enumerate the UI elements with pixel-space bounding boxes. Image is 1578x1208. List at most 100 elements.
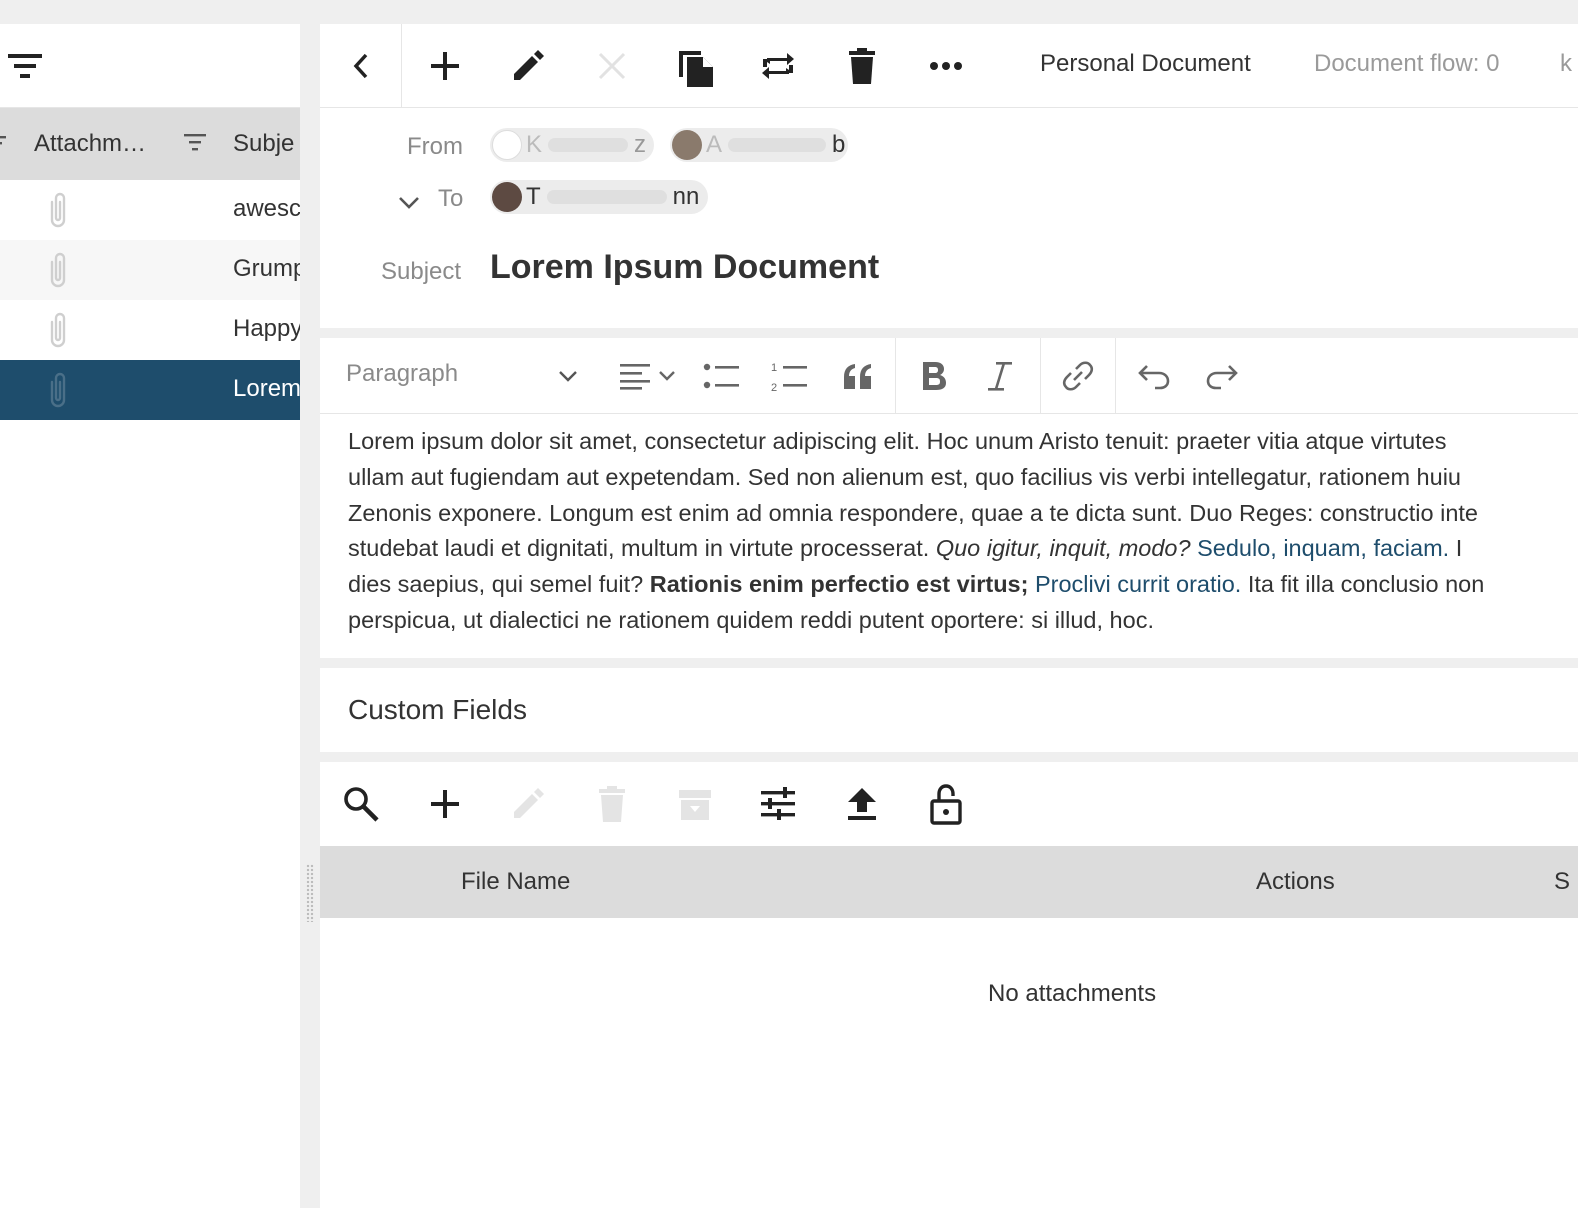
chevron-left-icon xyxy=(351,51,371,81)
redacted-name xyxy=(546,190,667,204)
settings-button[interactable] xyxy=(756,784,800,824)
edit-button[interactable] xyxy=(506,46,550,86)
bold-icon xyxy=(920,360,948,392)
blockquote-button[interactable] xyxy=(838,356,878,396)
lock-button[interactable] xyxy=(924,784,968,825)
column-file-name[interactable]: File Name xyxy=(461,868,570,896)
redacted-name xyxy=(728,138,827,152)
paperclip-icon xyxy=(44,310,72,350)
copy-button[interactable] xyxy=(673,45,717,87)
chip-text-start: A xyxy=(706,131,723,158)
text-line: perspicua, ut dialectici ne rationem qui… xyxy=(348,606,1154,633)
column-attachments[interactable]: Attachm… xyxy=(34,130,146,158)
column-size[interactable]: S xyxy=(1554,868,1570,896)
more-button[interactable] xyxy=(924,46,968,86)
sort-icon[interactable] xyxy=(184,134,206,152)
editor-content[interactable]: Lorem ipsum dolor sit amet, consectetur … xyxy=(348,424,1578,639)
sender-chip[interactable]: A b xyxy=(670,128,848,162)
trash-icon xyxy=(597,785,627,823)
document-detail-panel: Personal Document Document flow: 0 k Fro… xyxy=(320,24,1578,1208)
custom-fields-title: Custom Fields xyxy=(348,694,527,725)
delete-button[interactable] xyxy=(840,46,884,86)
recipient-chip[interactable]: T nn xyxy=(490,180,708,214)
text-line: dies saepius, qui semel fuit? Rationis e… xyxy=(348,567,1578,603)
italic-button[interactable] xyxy=(980,356,1020,396)
chip-text-start: K xyxy=(526,131,543,158)
bold-button[interactable] xyxy=(914,356,954,396)
add-button[interactable] xyxy=(423,46,467,86)
subject-label: Subject xyxy=(381,258,462,285)
document-toolbar: Personal Document Document flow: 0 k xyxy=(320,24,1578,108)
chip-text-end: nn xyxy=(672,183,700,210)
close-button[interactable] xyxy=(590,46,634,86)
sort-icon[interactable] xyxy=(0,136,6,152)
archive-icon xyxy=(676,786,714,822)
plus-icon xyxy=(430,51,460,81)
list-item-subject: Lorem xyxy=(233,375,300,402)
add-attachment-button[interactable] xyxy=(423,784,467,824)
copy-icon xyxy=(675,45,715,87)
edit-attachment-button[interactable] xyxy=(506,784,550,824)
list-item[interactable]: awesc xyxy=(0,180,300,240)
more-horizontal-icon xyxy=(929,61,963,71)
chevron-down-icon[interactable] xyxy=(558,370,578,382)
undo-button[interactable] xyxy=(1134,356,1174,396)
column-subject[interactable]: Subje xyxy=(233,130,294,158)
custom-fields-section[interactable]: Custom Fields xyxy=(320,668,1578,752)
to-label: To xyxy=(438,185,464,212)
numbered-list-icon: 12 xyxy=(771,360,809,392)
avatar xyxy=(492,182,522,212)
link-button[interactable] xyxy=(1058,356,1098,396)
tune-icon xyxy=(759,786,797,822)
chevron-down-icon[interactable] xyxy=(398,196,420,210)
svg-text:1: 1 xyxy=(771,362,777,374)
numbered-list-button[interactable]: 12 xyxy=(770,356,810,396)
delete-attachment-button[interactable] xyxy=(590,784,634,824)
from-label: From xyxy=(407,133,463,160)
empty-state: No attachments xyxy=(988,980,1157,1007)
align-button[interactable] xyxy=(616,356,680,396)
bold-text: Rationis enim perfectio est virtus; xyxy=(649,571,1029,598)
splitter-grip[interactable] xyxy=(306,864,314,922)
repeat-button[interactable] xyxy=(756,46,800,86)
pencil-icon xyxy=(510,48,546,84)
italic-text: Quo igitur, inquit, modo? xyxy=(935,535,1191,562)
text-line: Lorem ipsum dolor sit amet, consectetur … xyxy=(348,428,1447,454)
toolbar-divider xyxy=(895,338,896,414)
align-left-icon xyxy=(618,361,678,391)
archive-attachment-button[interactable] xyxy=(673,784,717,824)
inline-link[interactable]: Proclivi currit oratio. xyxy=(1035,571,1241,597)
column-actions: Actions xyxy=(1256,868,1335,895)
back-button[interactable] xyxy=(320,24,402,108)
text-run: I xyxy=(1449,535,1463,562)
inline-link[interactable]: Sedulo, inquam, faciam. xyxy=(1197,535,1449,561)
text-run: studebat laudi et dignitati, multum in v… xyxy=(348,535,936,562)
list-item[interactable]: Happy xyxy=(0,300,300,360)
text-run: dies saepius, qui semel fuit? xyxy=(348,571,650,598)
chip-text-end: b xyxy=(832,131,846,158)
redo-button[interactable] xyxy=(1202,356,1242,396)
link-icon xyxy=(1062,360,1094,392)
list-item-selected[interactable]: Lorem xyxy=(0,360,300,420)
plus-icon xyxy=(430,789,460,819)
text-run: Ita fit illa conclusio non xyxy=(1241,571,1485,598)
chip-text-start: T xyxy=(526,183,541,210)
text-line: studebat laudi et dignitati, multum in v… xyxy=(348,531,1578,567)
bulleted-list-button[interactable] xyxy=(702,356,742,396)
list-item[interactable]: Grump xyxy=(0,240,300,300)
repeat-icon xyxy=(759,47,797,85)
attachments-section: File Name Actions S No attachments xyxy=(320,762,1578,1208)
sender-chip[interactable]: K z xyxy=(490,128,654,162)
filter-icon[interactable] xyxy=(6,49,46,83)
search-button[interactable] xyxy=(339,784,383,824)
list-item-subject: Happy xyxy=(233,315,300,342)
document-flow-tab[interactable]: Document flow: 0 xyxy=(1314,50,1499,78)
upload-button[interactable] xyxy=(840,784,884,824)
close-icon xyxy=(597,51,627,81)
paragraph-style-select[interactable]: Paragraph xyxy=(346,360,458,388)
text-line: ullam aut fugiendam aut expetendam. Sed … xyxy=(348,463,1461,490)
pencil-icon xyxy=(510,786,546,822)
subject-value[interactable]: Lorem Ipsum Document xyxy=(490,248,879,287)
panel-splitter[interactable] xyxy=(300,24,320,1208)
document-tab-cut[interactable]: k xyxy=(1560,50,1572,78)
